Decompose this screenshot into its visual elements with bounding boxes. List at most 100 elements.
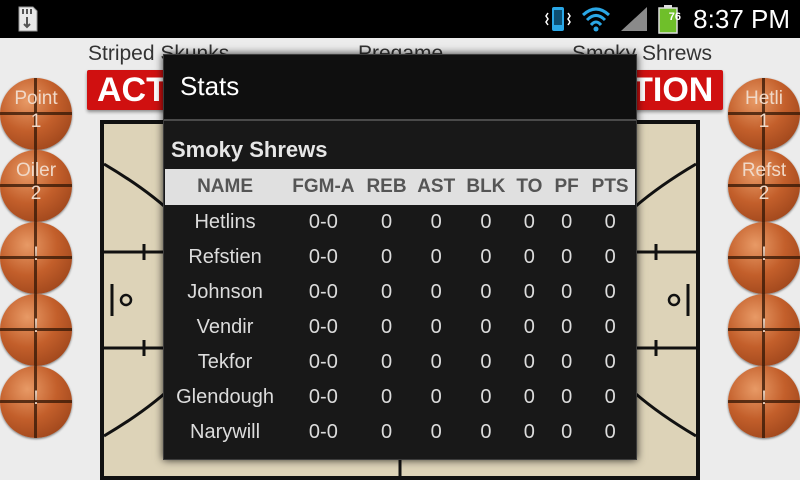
cell-reb: 0 (380, 421, 393, 443)
col-header-pf: PF (554, 176, 579, 197)
player-name: ! (761, 244, 767, 265)
cell-ast: 0 (430, 386, 442, 408)
stats-dialog: Stats Smoky Shrews NAME FGM-A REB AST BL… (163, 54, 637, 460)
player-number: 1 (758, 111, 770, 132)
cell-pf: 0 (561, 246, 573, 268)
away-player-slot-5[interactable]: ! (728, 366, 800, 438)
cell-reb: 0 (380, 246, 393, 268)
cell-to: 0 (523, 386, 535, 408)
cell-ast: 0 (430, 421, 442, 443)
stats-header-row: NAME FGM-A REB AST BLK TO PF PTS (165, 169, 635, 205)
cell-ast: 0 (430, 351, 442, 373)
table-row: Glendough 0-0 0 0 0 0 0 0 (165, 380, 635, 415)
cell-pf: 0 (561, 351, 573, 373)
cell-name: Vendir (196, 316, 254, 338)
away-player-slot-2[interactable]: Refst 2 (728, 150, 800, 222)
cell-name: Refstien (188, 246, 262, 268)
cell-pf: 0 (561, 211, 573, 233)
cell-ast: 0 (430, 316, 442, 338)
home-player-slot-2[interactable]: Oiler 2 (0, 150, 72, 222)
col-header-ast: AST (417, 176, 456, 197)
player-name: Hetli (744, 88, 783, 109)
cell-to: 0 (523, 211, 535, 233)
clock: 8:37 PM (693, 3, 790, 34)
player-name: ! (761, 388, 767, 409)
cell-fgm-a: 0-0 (308, 281, 338, 303)
cell-pts: 0 (604, 211, 616, 233)
cell-reb: 0 (380, 211, 393, 233)
table-row: Tekfor 0-0 0 0 0 0 0 0 (165, 345, 635, 380)
player-number: 1 (30, 111, 42, 132)
player-name: ! (33, 388, 39, 409)
cell-pts: 0 (604, 386, 616, 408)
cell-ast: 0 (430, 246, 442, 268)
col-header-name: NAME (197, 176, 254, 197)
player-name: ! (33, 316, 39, 337)
home-player-slot-1[interactable]: Point 1 (0, 78, 72, 150)
cell-blk: 0 (480, 281, 492, 303)
cell-name: Tekfor (197, 351, 253, 373)
cell-fgm-a: 0-0 (308, 386, 338, 408)
cell-pts: 0 (604, 281, 616, 303)
cell-to: 0 (523, 351, 535, 373)
cell-pf: 0 (561, 386, 573, 408)
cell-reb: 0 (380, 386, 393, 408)
table-row: Hetlins 0-0 0 0 0 0 0 0 (165, 205, 635, 240)
sd-card-icon (18, 6, 38, 32)
wifi-icon (582, 7, 611, 32)
cell-name: Johnson (187, 281, 263, 303)
cell-pts: 0 (604, 351, 616, 373)
cell-blk: 0 (480, 316, 492, 338)
cell-to: 0 (523, 246, 535, 268)
stats-table: NAME FGM-A REB AST BLK TO PF PTS Hetlins… (165, 169, 635, 450)
player-number: 2 (758, 183, 770, 204)
cell-fgm-a: 0-0 (308, 246, 338, 268)
cell-name: Hetlins (194, 211, 256, 233)
status-bar: 76 8:37 PM (0, 0, 800, 38)
cell-to: 0 (523, 316, 535, 338)
cell-to: 0 (523, 421, 535, 443)
table-row: Johnson 0-0 0 0 0 0 0 0 (165, 275, 635, 310)
cell-blk: 0 (480, 386, 492, 408)
cell-pts: 0 (604, 421, 616, 443)
cell-pf: 0 (561, 316, 573, 338)
cell-fgm-a: 0-0 (308, 421, 338, 443)
cell-reb: 0 (380, 351, 393, 373)
cell-fgm-a: 0-0 (308, 316, 338, 338)
player-name: Oiler (15, 160, 57, 181)
cell-pts: 0 (604, 316, 616, 338)
away-player-slot-1[interactable]: Hetli 1 (728, 78, 800, 150)
cell-name: Glendough (176, 386, 274, 408)
cell-ast: 0 (430, 211, 442, 233)
away-player-slot-4[interactable]: ! (728, 294, 800, 366)
table-row: Refstien 0-0 0 0 0 0 0 0 (165, 240, 635, 275)
col-header-pts: PTS (591, 176, 629, 197)
cell-blk: 0 (480, 421, 492, 443)
cell-reb: 0 (380, 316, 393, 338)
cell-reb: 0 (380, 281, 393, 303)
player-name: Refst (741, 160, 787, 181)
cell-blk: 0 (480, 211, 492, 233)
cell-to: 0 (523, 281, 535, 303)
table-row: Narywill 0-0 0 0 0 0 0 0 (165, 415, 635, 450)
table-row: Vendir 0-0 0 0 0 0 0 0 (165, 310, 635, 345)
player-number: 2 (30, 183, 42, 204)
cell-blk: 0 (480, 246, 492, 268)
col-header-reb: REB (366, 176, 407, 197)
cell-ast: 0 (430, 281, 442, 303)
player-name: ! (33, 244, 39, 265)
cell-name: Narywill (190, 421, 261, 443)
col-header-to: TO (516, 176, 543, 197)
away-player-slot-3[interactable]: ! (728, 222, 800, 294)
cell-fgm-a: 0-0 (308, 351, 338, 373)
col-header-fgm-a: FGM-A (292, 176, 355, 197)
phone-vibrate-icon (545, 7, 572, 31)
home-player-slot-3[interactable]: ! (0, 222, 72, 294)
player-name: ! (761, 316, 767, 337)
home-player-slot-5[interactable]: ! (0, 366, 72, 438)
battery-level: 76 (668, 11, 681, 23)
cell-pts: 0 (604, 246, 616, 268)
col-header-blk: BLK (466, 176, 506, 197)
home-player-slot-4[interactable]: ! (0, 294, 72, 366)
signal-icon (621, 7, 648, 31)
